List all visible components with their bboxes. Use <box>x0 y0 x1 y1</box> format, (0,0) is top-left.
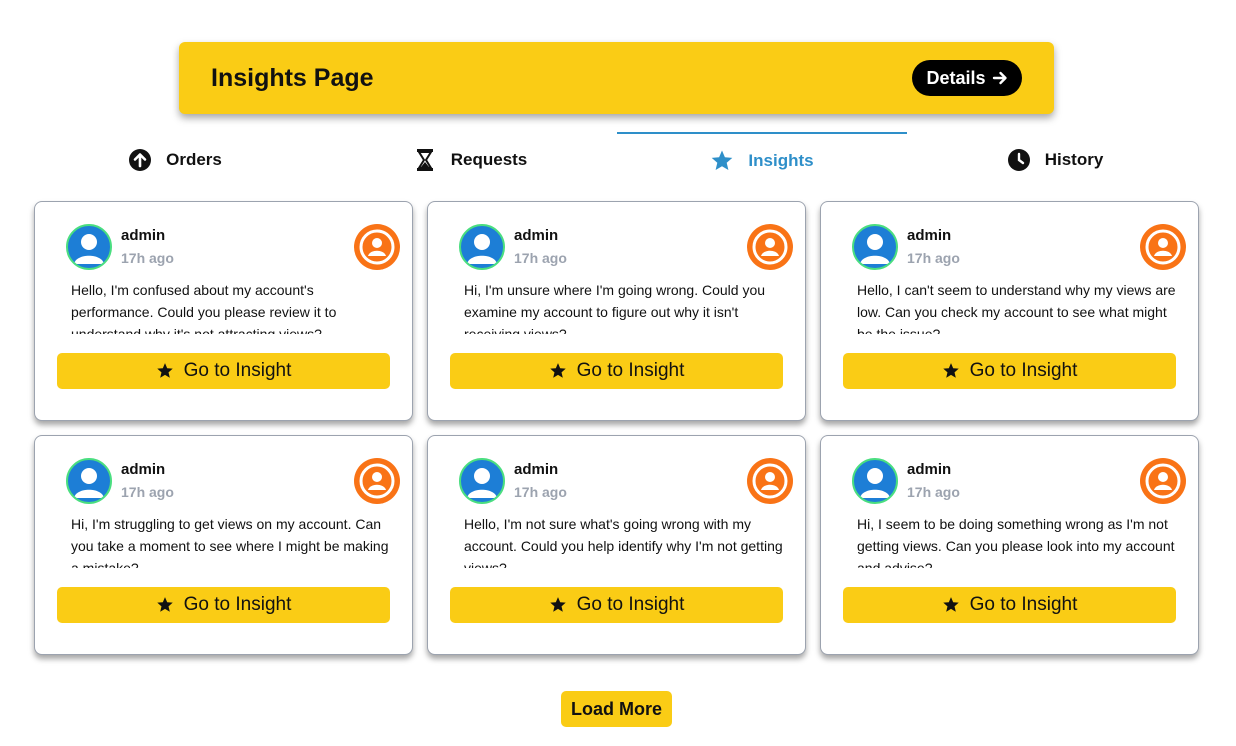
tab-requests-label: Requests <box>450 150 528 169</box>
go-to-insight-button[interactable]: Go to Insight <box>57 353 390 389</box>
details-button[interactable]: Details <box>912 60 1022 96</box>
star-icon <box>942 597 959 612</box>
page-header: Insights Page Details <box>179 42 1054 114</box>
avatar <box>852 224 898 270</box>
user-circle-icon <box>747 224 793 270</box>
insight-message: Hello, I'm not sure what's going wrong w… <box>464 516 783 568</box>
go-to-insight-label: Go to Insight <box>576 360 685 381</box>
insight-message: Hi, I'm unsure where I'm going wrong. Co… <box>464 282 766 334</box>
clock-icon <box>1007 148 1031 172</box>
insight-message: Hello, I'm confused about my account's p… <box>71 282 337 334</box>
star-icon <box>549 597 566 612</box>
avatar <box>459 224 505 270</box>
timestamp: 17h ago <box>514 484 567 500</box>
insight-card: admin 17h ago Hello, I'm confused about … <box>34 201 413 421</box>
go-to-insight-label: Go to Insight <box>183 360 292 381</box>
tab-insights[interactable]: Insights <box>617 132 907 188</box>
tab-history[interactable]: History <box>910 132 1200 188</box>
load-more-button[interactable]: Load More <box>561 691 672 727</box>
insight-message: Hi, I'm struggling to get views on my ac… <box>71 516 389 568</box>
timestamp: 17h ago <box>121 250 174 266</box>
go-to-insight-label: Go to Insight <box>969 360 1078 381</box>
go-to-insight-label: Go to Insight <box>969 594 1078 615</box>
user-circle-icon <box>1140 458 1186 504</box>
avatar <box>66 224 112 270</box>
avatar <box>852 458 898 504</box>
username: admin <box>514 227 559 244</box>
user-circle-icon <box>747 458 793 504</box>
hourglass-icon <box>413 148 437 172</box>
go-to-insight-button[interactable]: Go to Insight <box>57 587 390 623</box>
tab-orders[interactable]: Orders <box>30 132 320 188</box>
timestamp: 17h ago <box>121 484 174 500</box>
insight-message: Hello, I can't seem to understand why my… <box>857 282 1176 334</box>
star-icon <box>942 363 959 378</box>
go-to-insight-label: Go to Insight <box>183 594 292 615</box>
tab-bar: Orders Requests Insights History <box>30 132 1206 188</box>
username: admin <box>907 227 952 244</box>
username: admin <box>514 461 559 478</box>
star-icon <box>549 363 566 378</box>
username: admin <box>907 461 952 478</box>
user-circle-icon <box>354 224 400 270</box>
timestamp: 17h ago <box>907 250 960 266</box>
insight-card: admin 17h ago Hi, I seem to be doing som… <box>820 435 1199 655</box>
go-to-insight-button[interactable]: Go to Insight <box>843 587 1176 623</box>
timestamp: 17h ago <box>514 250 567 266</box>
insight-message: Hi, I seem to be doing something wrong a… <box>857 516 1175 568</box>
star-icon <box>710 149 734 173</box>
user-circle-icon <box>1140 224 1186 270</box>
go-to-insight-button[interactable]: Go to Insight <box>843 353 1176 389</box>
tab-orders-label: Orders <box>166 150 222 169</box>
go-to-insight-button[interactable]: Go to Insight <box>450 587 783 623</box>
insight-card: admin 17h ago Hi, I'm unsure where I'm g… <box>427 201 806 421</box>
insight-card: admin 17h ago Hi, I'm struggling to get … <box>34 435 413 655</box>
username: admin <box>121 461 166 478</box>
go-to-insight-label: Go to Insight <box>576 594 685 615</box>
tab-insights-label: Insights <box>748 151 814 170</box>
details-label: Details <box>926 67 986 88</box>
tab-history-label: History <box>1044 150 1104 169</box>
arrow-up-circle-icon <box>128 148 152 172</box>
star-icon <box>156 597 173 612</box>
insight-card: admin 17h ago Hello, I'm not sure what's… <box>427 435 806 655</box>
star-icon <box>156 363 173 378</box>
user-circle-icon <box>354 458 400 504</box>
arrow-right-icon <box>992 71 1007 85</box>
avatar <box>459 458 505 504</box>
avatar <box>66 458 112 504</box>
insight-card: admin 17h ago Hello, I can't seem to und… <box>820 201 1199 421</box>
username: admin <box>121 227 166 244</box>
go-to-insight-button[interactable]: Go to Insight <box>450 353 783 389</box>
page-title: Insights Page <box>211 63 374 92</box>
timestamp: 17h ago <box>907 484 960 500</box>
tab-requests[interactable]: Requests <box>325 132 615 188</box>
